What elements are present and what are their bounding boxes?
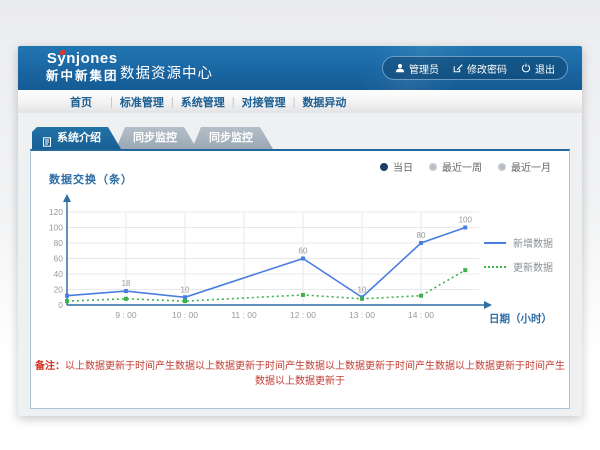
- company-logo: Synjones 新中新集团: [46, 51, 119, 83]
- main-nav: 首页 | 标准管理 | 系统管理 | 对接管理 | 数据异动: [18, 90, 582, 114]
- admin-user-button[interactable]: 管理员: [395, 61, 439, 76]
- logo-text: Synjones: [46, 51, 119, 68]
- content-area: 系统介绍 同步监控 同步监控 当日 最近一周 最近一月 数据交: [18, 113, 582, 416]
- svg-text:60: 60: [54, 254, 64, 264]
- radio-last-week[interactable]: 最近一周: [429, 159, 482, 174]
- svg-text:10 : 00: 10 : 00: [172, 310, 198, 320]
- logout-button[interactable]: 退出: [521, 61, 555, 76]
- user-toolbar: 管理员 修改密码 退出: [382, 56, 568, 80]
- chart-panel: 当日 最近一周 最近一月 数据交换（条） 0 20 40 60 80 100 120 9 : …: [30, 149, 570, 409]
- radio-unselected-icon: [498, 163, 506, 171]
- user-icon: [395, 63, 405, 73]
- footnote: 备注：以上数据更新于时间产生数据以上数据更新于时间产生数据以上数据更新于时间产生…: [31, 357, 569, 387]
- svg-text:18: 18: [122, 279, 131, 288]
- radio-unselected-icon: [429, 163, 437, 171]
- svg-text:12 : 00: 12 : 00: [290, 310, 316, 320]
- nav-item-data-change[interactable]: 数据异动: [295, 94, 353, 110]
- svg-text:80: 80: [417, 231, 426, 240]
- radio-selected-icon: [380, 163, 388, 171]
- nav-item-standard-mgmt[interactable]: 标准管理: [113, 94, 171, 110]
- app-header: Synjones 新中新集团 数据资源中心 管理员 修改密码: [18, 46, 582, 90]
- power-icon: [521, 63, 531, 73]
- svg-text:14 : 00: 14 : 00: [408, 310, 434, 320]
- tab-sync-monitor-2[interactable]: 同步监控: [183, 127, 273, 149]
- legend-dotted-line-icon: [484, 266, 506, 268]
- legend-new-data: 新增数据: [484, 235, 553, 250]
- x-axis-title: 日期（小时）: [489, 311, 552, 326]
- nav-item-home[interactable]: 首页: [52, 94, 110, 110]
- svg-text:0: 0: [58, 300, 63, 310]
- y-axis-title: 数据交换（条）: [49, 171, 133, 187]
- svg-text:80: 80: [54, 238, 64, 248]
- logo-subtext: 新中新集团: [46, 70, 119, 84]
- nav-item-interface-mgmt[interactable]: 对接管理: [235, 94, 293, 110]
- tab-bar: 系统介绍 同步监控 同步监控: [32, 127, 273, 149]
- chart-legend: 新增数据 更新数据: [484, 235, 553, 274]
- svg-text:9 : 00: 9 : 00: [115, 310, 137, 320]
- edit-icon: [453, 63, 463, 73]
- line-chart: 0 20 40 60 80 100 120 9 : 00 10 : 00 11 : 00 12 : …: [39, 189, 499, 339]
- svg-text:40: 40: [54, 269, 64, 279]
- footnote-label: 备注：: [35, 361, 65, 372]
- radio-last-month[interactable]: 最近一月: [498, 159, 551, 174]
- change-password-button[interactable]: 修改密码: [453, 61, 507, 76]
- svg-text:13 : 00: 13 : 00: [349, 310, 375, 320]
- radio-today[interactable]: 当日: [380, 159, 413, 174]
- chart-wrap: 0 20 40 60 80 100 120 9 : 00 10 : 00 11 : 00 12 : …: [39, 189, 499, 339]
- document-icon: [42, 133, 52, 143]
- legend-solid-line-icon: [484, 242, 506, 244]
- svg-text:10: 10: [358, 285, 367, 294]
- time-range-radios: 当日 最近一周 最近一月: [380, 159, 551, 174]
- svg-text:100: 100: [459, 216, 473, 225]
- svg-text:10: 10: [181, 285, 190, 294]
- svg-text:20: 20: [54, 285, 64, 295]
- tab-system-intro[interactable]: 系统介绍: [32, 127, 121, 149]
- app-window: Synjones 新中新集团 数据资源中心 管理员 修改密码: [18, 46, 582, 416]
- nav-item-system-mgmt[interactable]: 系统管理: [174, 94, 232, 110]
- page-title: 数据资源中心: [120, 62, 213, 83]
- svg-text:11 : 00: 11 : 00: [231, 310, 257, 320]
- svg-text:100: 100: [49, 223, 63, 233]
- svg-text:120: 120: [49, 207, 63, 217]
- svg-text:60: 60: [299, 247, 308, 256]
- legend-updated-data: 更新数据: [484, 259, 553, 274]
- tab-sync-monitor-1[interactable]: 同步监控: [107, 127, 197, 149]
